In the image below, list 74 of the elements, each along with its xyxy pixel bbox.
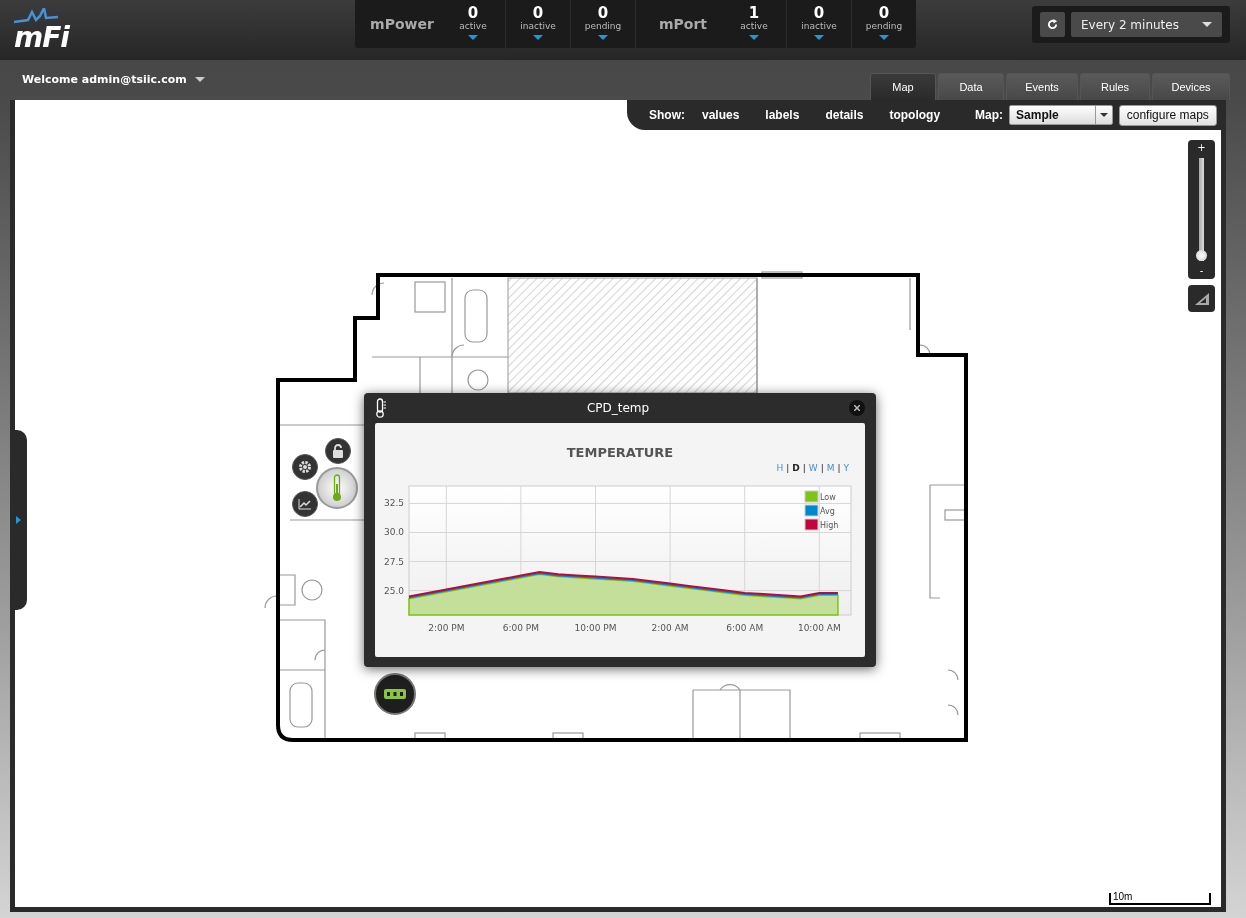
chart-icon xyxy=(298,498,312,510)
chart-title: TEMPERATURE xyxy=(566,445,674,460)
settings-button[interactable] xyxy=(292,454,318,480)
stat-counter[interactable]: 1 active xyxy=(722,0,786,48)
stat-counter[interactable]: 0 pending xyxy=(570,0,635,48)
range-separator: | xyxy=(820,463,824,473)
show-option-link[interactable]: topology xyxy=(889,108,941,122)
expand-arrow-icon xyxy=(16,516,21,524)
zoom-slider[interactable] xyxy=(1196,158,1207,261)
caret-icon xyxy=(749,35,759,40)
caret-icon xyxy=(468,35,478,40)
legend-label: High xyxy=(820,521,839,530)
show-label: Show: xyxy=(649,108,685,122)
measure-button[interactable] xyxy=(1188,285,1215,312)
range-link[interactable]: H xyxy=(776,463,784,473)
logo: mFi xyxy=(14,24,71,52)
x-tick-label: 2:00 AM xyxy=(651,623,689,633)
x-tick-label: 10:00 PM xyxy=(574,623,617,633)
caret-icon xyxy=(533,35,543,40)
x-tick-label: 6:00 PM xyxy=(502,623,540,633)
user-menu[interactable]: Welcome admin@tsiic.com xyxy=(22,73,205,86)
popup-title: CPD_temp xyxy=(586,401,650,415)
group-name: mPower xyxy=(369,15,435,34)
zoom-out-button[interactable]: - xyxy=(1199,263,1204,279)
thermometer-icon xyxy=(375,398,387,418)
close-icon xyxy=(854,405,860,411)
legend-label: Avg xyxy=(820,507,835,516)
lock-button[interactable] xyxy=(325,438,351,464)
interval-dropdown[interactable]: Every 2 minutes xyxy=(1071,12,1222,37)
range-separator: | xyxy=(786,463,790,473)
show-option-link[interactable]: details xyxy=(825,108,864,122)
stat-counter[interactable]: 0 inactive xyxy=(786,0,851,48)
caret-icon xyxy=(598,35,608,40)
x-tick-label: 2:00 PM xyxy=(428,623,465,633)
thermometer-icon xyxy=(331,474,343,502)
range-separator: | xyxy=(837,463,841,473)
y-tick-label: 32.5 xyxy=(383,498,404,509)
range-link[interactable]: D xyxy=(792,463,800,473)
caret-icon xyxy=(814,35,824,40)
show-option-link[interactable]: labels xyxy=(765,108,800,122)
stat-counter[interactable]: 0 active xyxy=(441,0,505,48)
pulse-icon xyxy=(14,8,58,24)
power-strip-icon xyxy=(384,689,406,699)
nav-tab[interactable]: Data xyxy=(938,73,1004,100)
nav-tab[interactable]: Rules xyxy=(1080,73,1150,100)
x-tick-label: 6:00 AM xyxy=(726,623,764,633)
ruler-icon xyxy=(1193,291,1210,306)
x-tick-label: 10:00 AM xyxy=(797,623,841,633)
zoom-thumb[interactable] xyxy=(1196,250,1207,261)
show-option-link[interactable]: values xyxy=(702,108,740,122)
refresh-icon xyxy=(1047,19,1058,30)
device-button[interactable] xyxy=(374,673,416,715)
y-tick-label: 27.5 xyxy=(383,556,404,567)
range-separator: | xyxy=(802,463,806,473)
configure-maps-button[interactable]: configure maps xyxy=(1118,104,1217,126)
map-select[interactable]: Sample xyxy=(1009,105,1113,125)
group-name: mPort xyxy=(635,0,722,48)
zoom-in-button[interactable]: + xyxy=(1197,140,1206,156)
nav-tab[interactable]: Events xyxy=(1006,73,1078,100)
nav-tab[interactable]: Devices xyxy=(1152,73,1230,100)
refresh-button[interactable] xyxy=(1040,12,1065,37)
y-tick-label: 30.0 xyxy=(383,527,404,538)
stat-counter[interactable]: 0 inactive xyxy=(505,0,570,48)
scale-bar: 10m xyxy=(1109,893,1211,905)
legend-label: Low xyxy=(820,493,836,502)
graph-button[interactable] xyxy=(292,491,318,517)
close-button[interactable] xyxy=(849,400,865,416)
nav-tab[interactable]: Map xyxy=(870,73,936,100)
caret-icon xyxy=(879,35,889,40)
y-tick-label: 25.0 xyxy=(383,585,404,596)
stat-counter[interactable]: 0 pending xyxy=(851,0,916,48)
settings-icon xyxy=(298,460,312,474)
map-label: Map: xyxy=(975,108,1004,122)
padlock-icon xyxy=(332,444,344,458)
